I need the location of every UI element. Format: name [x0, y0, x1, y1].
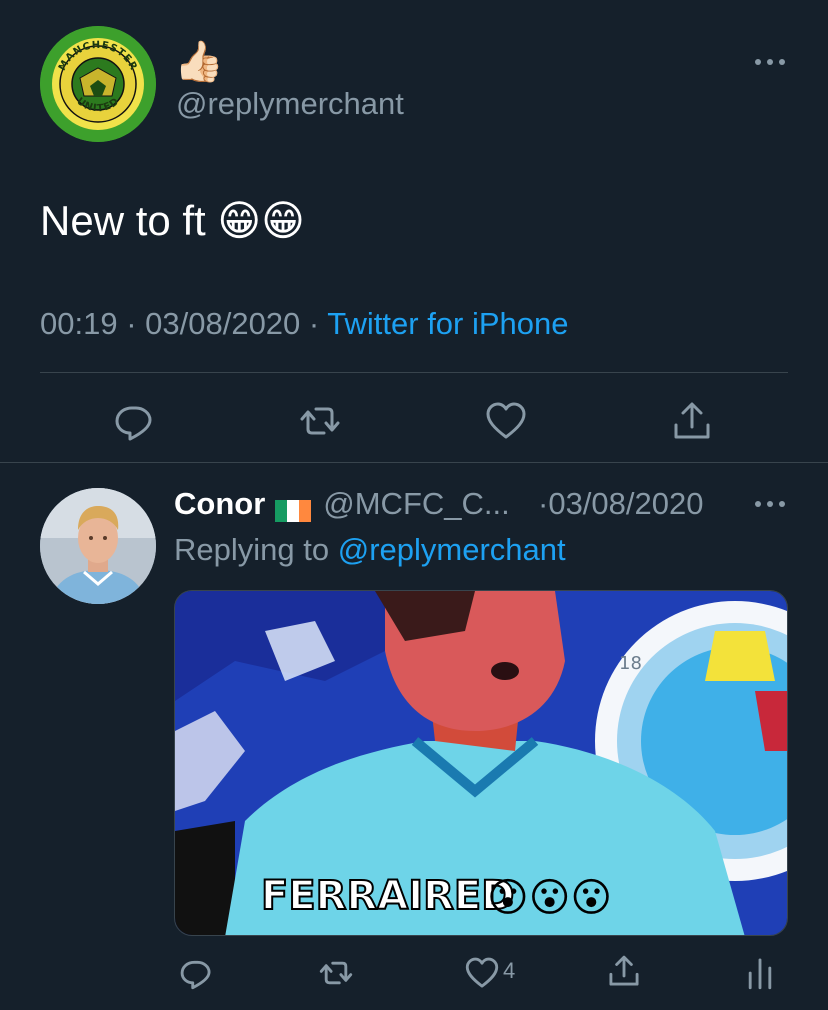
user-avatar[interactable]: MANCHESTER UNITED [40, 26, 156, 142]
retweet-button[interactable] [318, 955, 354, 991]
replying-prefix: Replying to [174, 532, 338, 567]
like-icon [465, 957, 499, 988]
tweet-time: 00:19 [40, 306, 118, 341]
more-options-icon[interactable] [752, 52, 788, 72]
meta-separator: · [300, 306, 328, 341]
display-name[interactable]: 👍🏻 [174, 38, 224, 86]
analytics-button[interactable] [742, 955, 778, 991]
reply-date-group: ·03/08/2020 [538, 484, 703, 524]
replying-mention-link[interactable]: @replymerchant [338, 532, 566, 567]
reply-media-image[interactable]: 18 FERRAIRED 😮😮😮 [174, 590, 788, 936]
user-handle[interactable]: @replymerchant [176, 86, 404, 122]
tweet-date: 03/08/2020 [145, 306, 301, 341]
reply-display-name[interactable]: Conor [174, 486, 265, 521]
reply-button[interactable] [112, 399, 156, 443]
reply-user-handle[interactable]: @MCFC_C... [323, 486, 509, 521]
share-button[interactable] [606, 953, 642, 989]
replying-to: Replying to @replymerchant [174, 532, 566, 568]
tweet-metadata: 00:19 · 03/08/2020 · Twitter for iPhone [40, 306, 569, 342]
like-count: 4 [503, 958, 516, 983]
share-icon [674, 402, 710, 439]
divider [0, 462, 828, 463]
stats-icon [748, 958, 772, 990]
reply-icon [115, 406, 152, 441]
image-caption: FERRAIRED [261, 873, 514, 919]
image-emojis: 😮😮😮 [487, 875, 612, 921]
retweet-button[interactable] [298, 399, 342, 443]
reply-user-avatar[interactable] [40, 488, 156, 604]
like-button[interactable] [464, 955, 500, 991]
share-icon [609, 955, 639, 986]
like-button[interactable] [484, 399, 528, 443]
crest-number: 18 [619, 653, 642, 674]
ireland-flag-icon [275, 492, 312, 522]
retweet-icon [300, 407, 340, 435]
divider [40, 372, 788, 373]
share-button[interactable] [670, 399, 714, 443]
reply-icon [180, 960, 211, 990]
date-separator: · [538, 486, 549, 521]
tweet-source-link[interactable]: Twitter for iPhone [327, 306, 568, 341]
reply-date[interactable]: 03/08/2020 [548, 486, 703, 521]
reply-button[interactable] [178, 955, 214, 991]
reply-header: Conor @MCFC_C... [174, 484, 510, 524]
retweet-icon [319, 961, 353, 985]
meta-separator: · [117, 306, 146, 341]
more-options-icon[interactable] [752, 494, 788, 514]
like-icon [486, 402, 526, 439]
tweet-text: New to ft 😁😁 [40, 197, 305, 244]
